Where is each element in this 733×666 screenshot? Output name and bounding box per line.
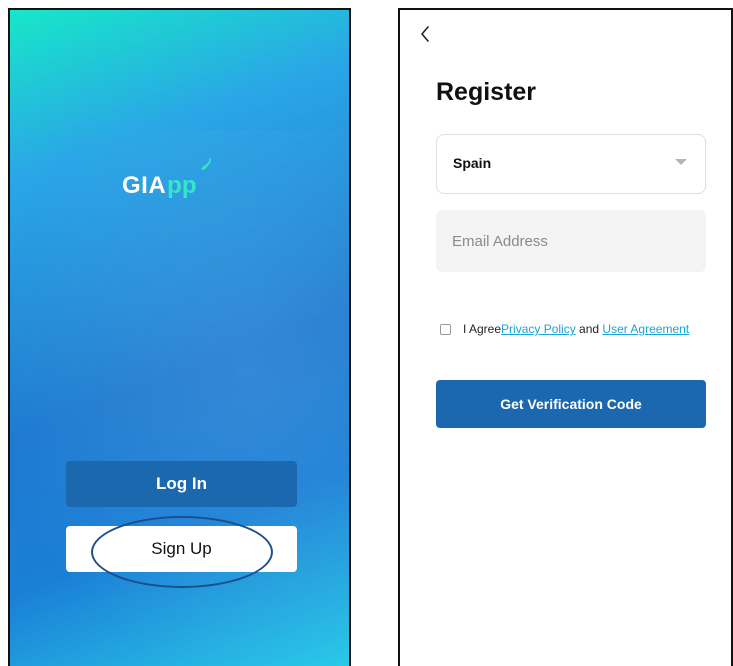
- country-select[interactable]: Spain: [436, 134, 706, 194]
- country-select-value: Spain: [453, 155, 492, 171]
- page-title: Register: [436, 78, 537, 106]
- wifi-signal-icon: [200, 158, 211, 170]
- privacy-policy-link[interactable]: Privacy Policy: [501, 322, 576, 336]
- register-screen: Register Spain I AgreePrivacy Policy and…: [398, 8, 733, 666]
- user-agreement-link[interactable]: User Agreement: [602, 322, 689, 336]
- agreement-row: I AgreePrivacy Policy and User Agreement: [440, 323, 700, 336]
- logo-text-sub: pp: [167, 172, 197, 199]
- back-button[interactable]: [416, 24, 434, 44]
- welcome-screen: GIA pp Log In Sign Up: [8, 8, 351, 666]
- app-logo: GIA pp: [122, 158, 211, 200]
- agreement-conjunction: and: [575, 322, 603, 336]
- email-field[interactable]: [436, 210, 706, 272]
- caret-down-icon: [675, 159, 687, 165]
- signup-button[interactable]: Sign Up: [66, 526, 297, 572]
- logo-text-main: GIA: [122, 172, 167, 199]
- agreement-checkbox[interactable]: [440, 324, 451, 335]
- login-button[interactable]: Log In: [66, 461, 297, 507]
- chevron-left-icon: [421, 26, 429, 42]
- agreement-prefix: I Agree: [463, 322, 502, 336]
- get-verification-code-button[interactable]: Get Verification Code: [436, 380, 706, 428]
- agreement-text: I AgreePrivacy Policy and User Agreement: [463, 323, 689, 336]
